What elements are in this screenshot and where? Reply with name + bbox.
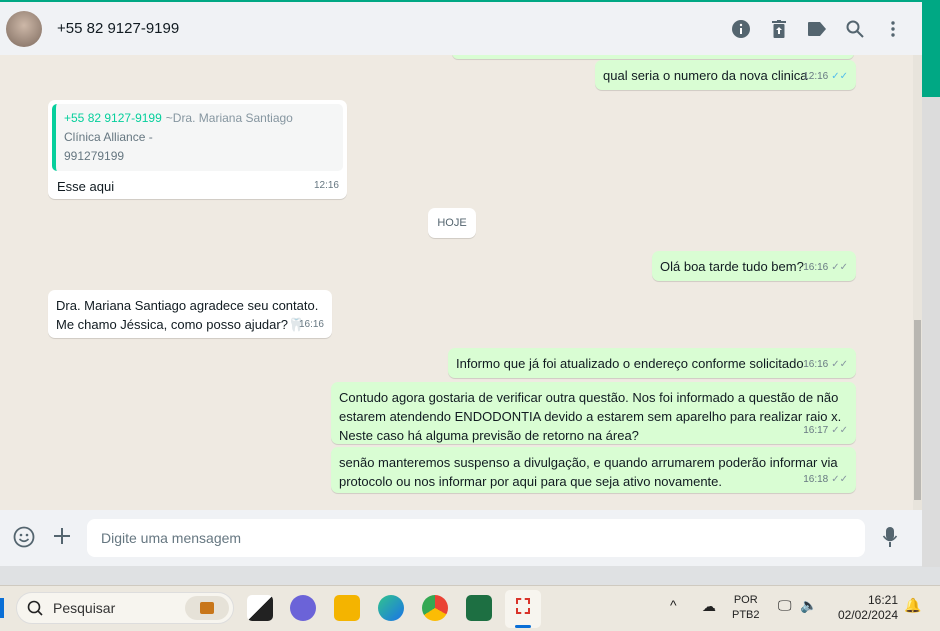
message-text: Contudo agora gostaria de verificar outr… (339, 390, 839, 405)
search-icon[interactable] (846, 20, 864, 38)
message-bubble[interactable]: +55 82 9127-9199 ~Dra. Mariana Santiago C… (48, 100, 347, 199)
message-time: 16:17 (803, 425, 829, 436)
quote-alias: ~Dra. Mariana Santiago (165, 111, 293, 125)
edge-icon[interactable] (378, 595, 404, 621)
message-bubble[interactable]: qual seria o numero da nova clinica 12:1… (595, 60, 856, 90)
taskbar-search[interactable]: Pesquisar (16, 592, 234, 624)
microphone-icon[interactable] (882, 526, 898, 553)
message-bubble[interactable]: Olá boa tarde tudo bem? 16:16 ✓✓ (652, 251, 856, 281)
delivered-ticks-icon: ✓✓ (831, 474, 848, 485)
message-time: 16:16 (298, 319, 324, 330)
start-button[interactable] (0, 598, 4, 618)
message-text: Informo que já foi atualizado o endereço… (456, 356, 804, 371)
notification-bell-icon[interactable]: 🔔 (904, 598, 921, 613)
message-time: 16:18 (803, 474, 829, 485)
message-time: 12:16 (313, 180, 339, 191)
scrollbar-thumb[interactable] (914, 320, 921, 500)
message-bubble[interactable]: senão manteremos suspenso a divulgação, … (331, 447, 856, 493)
day-divider: HOJE (428, 208, 476, 238)
message-text: estarem atendendo ENDODONTIA devido a es… (339, 409, 842, 424)
chat-header: +55 82 9127-9199 (0, 2, 922, 55)
quote-author: +55 82 9127-9199 (64, 111, 162, 125)
read-ticks-icon: ✓✓ (831, 71, 848, 82)
teams-icon[interactable] (290, 595, 316, 621)
delivered-ticks-icon: ✓✓ (831, 425, 848, 436)
cloud-off-icon[interactable]: ☁ (702, 599, 716, 614)
quoted-contact[interactable]: +55 82 9127-9199 ~Dra. Mariana Santiago C… (52, 104, 343, 171)
message-time: 16:16 (803, 262, 829, 273)
network-icon[interactable]: 🖵 (778, 598, 792, 613)
lang-code: POR (733, 594, 758, 606)
search-icon (27, 600, 43, 616)
message-text: Me chamo Jéssica, como posso ajudar?🦷 (56, 317, 305, 332)
snipping-tool-icon[interactable] (505, 590, 541, 628)
message-bubble[interactable]: Dra. Mariana Santiago agradece seu conta… (48, 290, 332, 338)
clock[interactable]: 16:21 02/02/2024 (832, 593, 898, 623)
keyboard-layout: PTB2 (732, 609, 760, 621)
quote-line: Clínica Alliance - (64, 130, 153, 144)
message-bubble[interactable]: Informo que já foi atualizado o endereço… (448, 348, 856, 378)
contact-name[interactable]: +55 82 9127-9199 (57, 20, 179, 37)
info-icon[interactable] (732, 19, 750, 38)
message-input[interactable]: Digite uma mensagem (87, 519, 865, 557)
compose-bar: Digite uma mensagem (0, 510, 922, 566)
delivered-ticks-icon: ✓✓ (831, 262, 848, 273)
menu-icon[interactable] (884, 20, 902, 38)
chrome-icon[interactable] (422, 595, 448, 621)
scrollbar[interactable] (913, 55, 922, 510)
message-time: 16:16 (803, 359, 829, 370)
emoji-icon[interactable] (13, 526, 35, 553)
delete-icon[interactable] (770, 19, 788, 38)
message-text: Neste caso há alguma previsão de retorno… (339, 428, 639, 443)
window-edge (922, 97, 940, 567)
delivered-ticks-icon: ✓✓ (831, 359, 848, 370)
excel-icon[interactable] (466, 595, 492, 621)
briefcase-icon (185, 596, 229, 620)
avatar[interactable] (6, 10, 42, 47)
clock-time: 16:21 (867, 593, 898, 607)
window-edge-accent (922, 0, 940, 97)
attach-plus-icon[interactable] (52, 526, 72, 551)
message-time: 12:16 (803, 71, 829, 82)
message-text: senão manteremos suspenso a divulgação, … (339, 455, 838, 470)
clock-date: 02/02/2024 (837, 608, 898, 622)
task-view-icon[interactable] (247, 595, 273, 621)
message-text: qual seria o numero da nova clinica (603, 68, 808, 83)
taskbar-search-label: Pesquisar (53, 600, 116, 616)
taskbar: Pesquisar ^ ☁ POR PTB2 🖵 🔈 16:21 02/02/202… (0, 585, 940, 631)
message-text: Dra. Mariana Santiago agradece seu conta… (56, 298, 319, 313)
label-icon[interactable] (808, 20, 826, 38)
message-list: qual seria o numero da nova clinica 12:1… (0, 55, 922, 510)
message-bubble[interactable]: Contudo agora gostaria de verificar outr… (331, 382, 856, 444)
quote-line: 991279199 (64, 149, 125, 163)
language-indicator[interactable]: POR PTB2 (732, 593, 760, 623)
message-text: protocolo ou nos informar por aqui para … (339, 474, 723, 489)
message-bubble-partial (452, 55, 854, 59)
message-input-placeholder: Digite uma mensagem (101, 530, 242, 546)
file-explorer-icon[interactable] (334, 595, 360, 621)
volume-icon[interactable]: 🔈 (800, 598, 817, 613)
chevron-up-icon[interactable]: ^ (670, 598, 677, 613)
message-text: Esse aqui (57, 179, 115, 194)
message-text: Olá boa tarde tudo bem? (660, 259, 804, 274)
